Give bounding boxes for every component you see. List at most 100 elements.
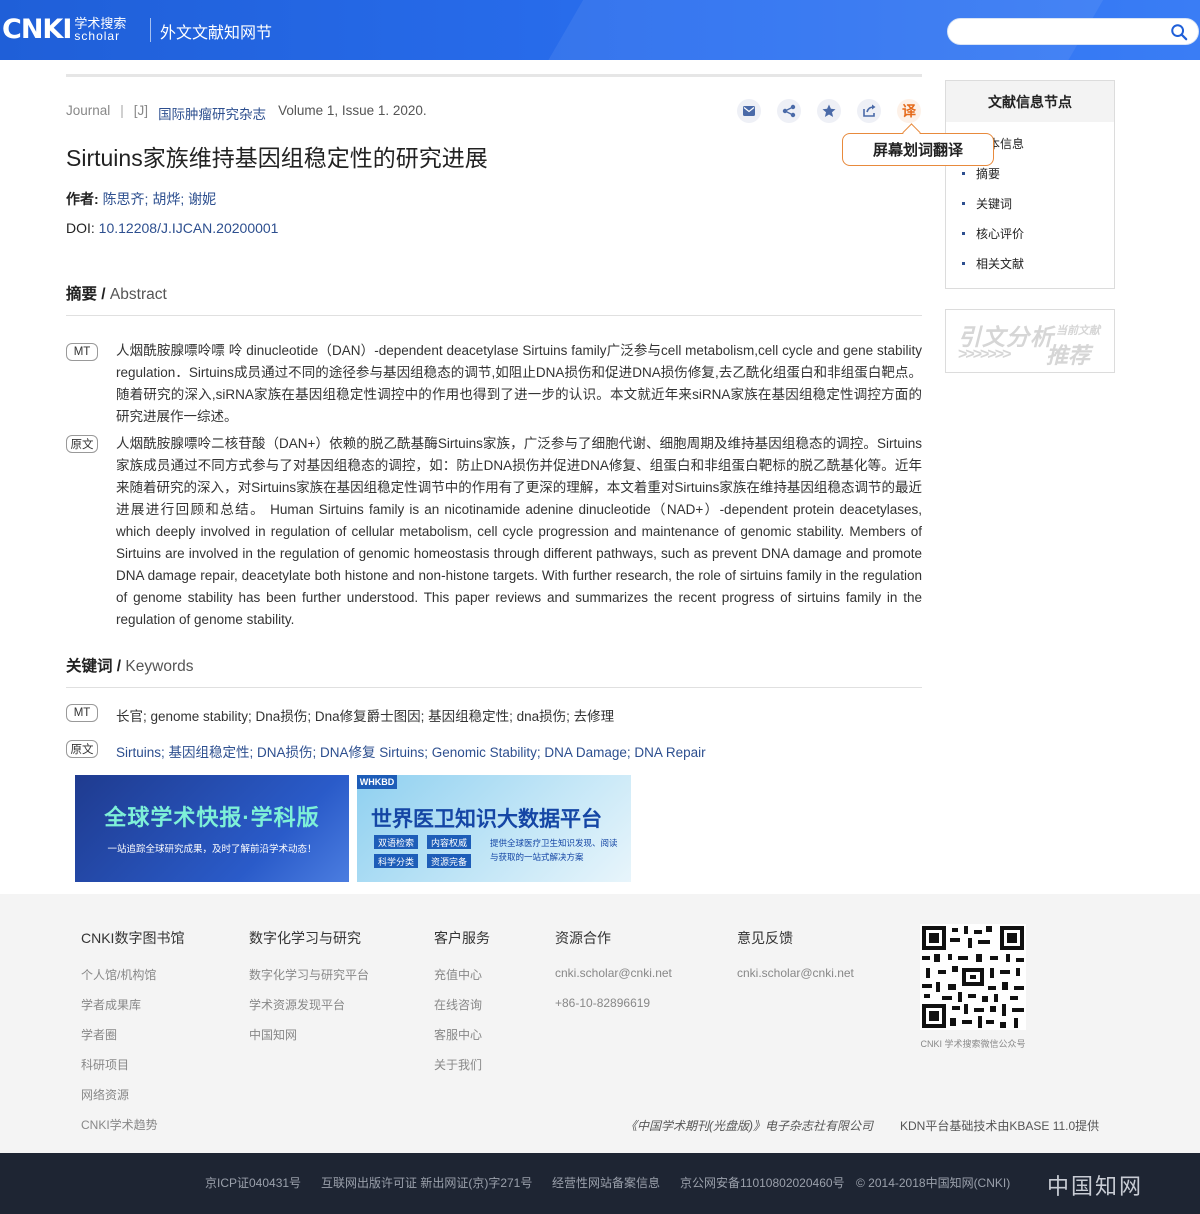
translate-button[interactable]: 译 [897, 99, 921, 123]
article-code: [J] [133, 103, 149, 118]
document-nav-panel: 文献信息节点 基本信息 摘要 关键词 核心评价 相关文献 [945, 80, 1115, 289]
abstract-heading: 摘要 / Abstract [66, 282, 167, 304]
keywords-original-links[interactable]: Sirtuins; 基因组稳定性; DNA损伤; DNA修复 Sirtuins;… [116, 741, 706, 761]
article-title: Sirtuins家族维持基因组稳定性的研究进展 [66, 145, 488, 171]
copyright-text: © 2014-2018中国知网(CNKI) [856, 1176, 1011, 1190]
footer-col-title: 意见反馈 [737, 930, 793, 946]
authors-row: 作者: 陈思齐; 胡烨; 谢妮 [66, 189, 216, 209]
academic-express-banner[interactable]: 全球学术快报·学科版 一站追踪全球研究成果，及时了解前沿学术动态！ [75, 775, 349, 882]
keywords-heading: 关键词 / Keywords [66, 654, 194, 676]
meta-separator: | [120, 103, 124, 118]
footer-link[interactable]: 数字化学习与研究平台 [249, 966, 369, 983]
top-header: CNKI 学术搜索 scholar 外文文献知网节 [0, 0, 1200, 60]
abstract-divider [66, 315, 922, 316]
nav-item-keywords[interactable]: 关键词 [962, 195, 1012, 212]
keywords-heading-cn: 关键词 / [66, 658, 122, 675]
footer-col-service: 客户服务 充值中心 在线咨询 客服中心 关于我们 [434, 928, 490, 1072]
footer-link[interactable]: 中国知网 [249, 1026, 297, 1043]
logo-subtext: 学术搜索 scholar [74, 17, 126, 43]
mail-icon [743, 106, 755, 116]
wechat-qr-code [920, 924, 1026, 1030]
footer-col-title: 客户服务 [434, 930, 490, 946]
article-meta: Journal | [J] 国际肿瘤研究杂志 Volume 1, Issue 1… [66, 103, 427, 123]
logo-main-text: CNKI [2, 14, 72, 45]
promo-recommend: 推荐 [1046, 343, 1091, 368]
footer-col-cooperation: 资源合作 cnki.scholar@cnki.net +86-10-828966… [555, 928, 672, 1010]
keywords-heading-en: Keywords [121, 658, 194, 675]
article-toolbar: 译 [737, 99, 921, 123]
site-record-link[interactable]: 经营性网站备案信息 [552, 1174, 660, 1191]
mt-tag: MT [66, 704, 98, 722]
footer-link[interactable]: 学者成果库 [81, 996, 141, 1013]
header-title: 外文文献知网节 [160, 25, 273, 42]
promo-arrows: >>>>>>> [958, 346, 1011, 363]
abstract-heading-en: Abstract [105, 286, 167, 303]
footer-col-feedback: 意见反馈 cnki.scholar@cnki.net [737, 928, 854, 980]
citation-analysis-promo[interactable]: 引文分析 当前文献 >>>>>>> 推荐 [945, 309, 1115, 373]
footer-col-library: CNKI数字图书馆 个人馆/机构馆 学者成果库 学者圈 科研项目 网络资源 CN… [81, 928, 184, 1132]
share-button[interactable] [777, 99, 801, 123]
cnki-footer-logo: 中国知网 [1047, 1175, 1144, 1200]
search-input[interactable] [947, 18, 1199, 45]
banner2-chip: 资源完备 [427, 854, 471, 868]
search-icon[interactable] [1170, 23, 1188, 41]
original-tag: 原文 [66, 740, 98, 758]
banner2-chip: 双语检索 [374, 835, 418, 849]
nav-item-abstract[interactable]: 摘要 [962, 165, 1000, 182]
translate-tooltip: 屏幕划词翻译 [842, 133, 994, 166]
footer-phone: +86-10-82896619 [555, 996, 651, 1010]
footer-email[interactable]: cnki.scholar@cnki.net [737, 966, 854, 980]
promo-subtitle: 当前文献 [1056, 325, 1100, 337]
favorite-button[interactable] [817, 99, 841, 123]
keywords-mt: 长官; genome stability; Dna损伤; Dna修复爵士图因; … [116, 709, 615, 724]
footer-publisher: 《中国学术期刊(光盘版)》电子杂志社有限公司 [625, 1119, 873, 1133]
banner2-chip: 内容权威 [427, 835, 471, 849]
footer-link[interactable]: CNKI学术趋势 [81, 1116, 158, 1133]
footer-link[interactable]: 科研项目 [81, 1056, 129, 1073]
logo-en: scholar [74, 29, 121, 43]
doi-link[interactable]: 10.12208/J.IJCAN.20200001 [99, 220, 279, 236]
icp-link[interactable]: 京ICP证040431号 [205, 1174, 301, 1191]
footer-link[interactable]: 关于我们 [434, 1056, 482, 1073]
star-icon [822, 104, 836, 117]
nav-item-evaluation[interactable]: 核心评价 [962, 225, 1024, 242]
export-button[interactable] [857, 99, 881, 123]
authors-label: 作者: [66, 191, 99, 207]
footer-link[interactable]: 充值中心 [434, 966, 482, 983]
bottom-bar: 京ICP证040431号 互联网出版许可证 新出网证(京)字271号 经营性网站… [0, 1153, 1200, 1214]
footer-link[interactable]: 客服中心 [434, 1026, 482, 1043]
abstract-original-text: 人烟酰胺腺嘌呤二核苷酸（DAN+）依赖的脱乙酰基酶Sirtuins家族，广泛参与… [116, 436, 922, 627]
banner2-description: 提供全球医疗卫生知识发现、阅读与获取的一站式解决方案 [490, 838, 618, 862]
banner1-subtitle: 一站追踪全球研究成果，及时了解前沿学术动态！ [107, 844, 317, 855]
footer-kbase: KDN平台基础技术由KBASE 11.0提供 [900, 1119, 1100, 1133]
footer-link[interactable]: 学者圈 [81, 1026, 117, 1043]
cnki-logo[interactable]: CNKI 学术搜索 scholar [2, 16, 126, 44]
article-type: Journal [66, 103, 111, 118]
top-divider [66, 74, 922, 77]
volume-info: Volume 1, Issue 1. 2020. [278, 103, 427, 118]
abstract-heading-cn: 摘要 / [66, 286, 106, 303]
publish-license-link[interactable]: 互联网出版许可证 新出网证(京)字271号 [321, 1174, 532, 1191]
footer-link[interactable]: 学术资源发现平台 [249, 996, 345, 1013]
journal-link[interactable]: 国际肿瘤研究杂志 [158, 103, 266, 123]
original-tag: 原文 [66, 435, 98, 453]
banner2-badge: WHKBD [357, 775, 397, 789]
site-footer: CNKI数字图书馆 个人馆/机构馆 学者成果库 学者圈 科研项目 网络资源 CN… [0, 894, 1200, 1153]
medical-bigdata-banner[interactable]: WHKBD 世界医卫知识大数据平台 双语检索 内容权威 科学分类 资源完备 提供… [357, 775, 631, 882]
qr-caption: CNKI 学术搜索微信公众号 [920, 1039, 1026, 1049]
doi-label: DOI: [66, 220, 95, 236]
footer-link[interactable]: 网络资源 [81, 1086, 129, 1103]
mt-tag: MT [66, 343, 98, 361]
nav-panel-title: 文献信息节点 [946, 81, 1114, 122]
doi-row: DOI: 10.12208/J.IJCAN.20200001 [66, 220, 278, 236]
export-icon [863, 104, 876, 117]
email-button[interactable] [737, 99, 761, 123]
footer-link[interactable]: 在线咨询 [434, 996, 482, 1013]
footer-email[interactable]: cnki.scholar@cnki.net [555, 966, 672, 980]
police-record-link[interactable]: 京公网安备11010802020460号 [680, 1174, 845, 1191]
footer-col-title: 数字化学习与研究 [249, 930, 361, 946]
authors-links[interactable]: 陈思齐; 胡烨; 谢妮 [103, 191, 217, 207]
footer-col-learning: 数字化学习与研究 数字化学习与研究平台 学术资源发现平台 中国知网 [249, 928, 369, 1042]
footer-link[interactable]: 个人馆/机构馆 [81, 966, 156, 983]
nav-item-related[interactable]: 相关文献 [962, 255, 1024, 272]
